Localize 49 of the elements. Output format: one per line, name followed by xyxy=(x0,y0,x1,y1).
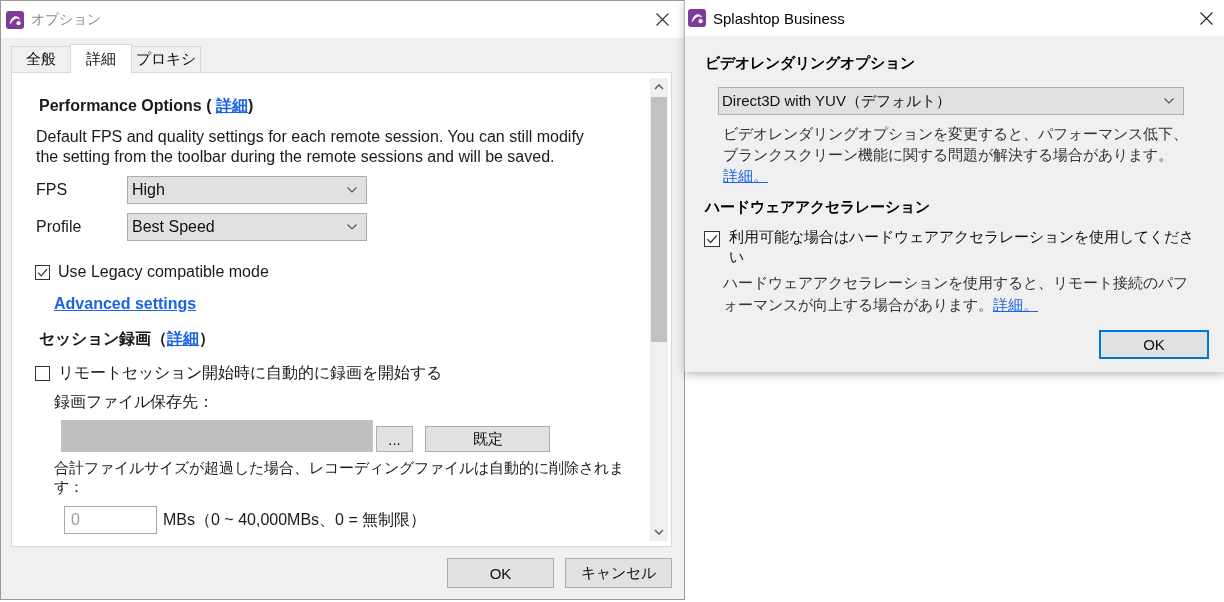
close-button[interactable] xyxy=(1200,11,1213,25)
chevron-down-icon xyxy=(1164,98,1174,104)
scrollbar-thumb[interactable] xyxy=(651,97,667,342)
close-button[interactable] xyxy=(656,13,669,26)
section-heading: ハードウェアアクセラレーション xyxy=(705,197,930,217)
browse-button[interactable]: ... xyxy=(376,426,413,452)
details-link[interactable]: 詳細。 xyxy=(993,296,1038,313)
description-text: 合計ファイルサイズが超過した場合、レコーディングファイルは自動的に削除されます： xyxy=(54,458,625,496)
advanced-settings-link[interactable]: Advanced settings xyxy=(54,294,197,314)
default-button[interactable]: 既定 xyxy=(425,426,550,452)
checkbox[interactable] xyxy=(35,264,50,280)
section-heading: Performance Options ( 詳細) xyxy=(39,96,254,116)
dropdown[interactable]: Direct3D with YUV（デフォルト） xyxy=(718,87,1184,115)
dialog-button[interactable]: OK xyxy=(1099,330,1209,359)
chevron-down-icon xyxy=(347,187,357,193)
unit-label: MBs（0 ~ 40,000MBs、0 = 無制限） xyxy=(163,509,427,530)
section-heading: ビデオレンダリングオプション xyxy=(705,53,915,73)
dropdown[interactable]: Best Speed xyxy=(127,213,367,241)
checkbox-label: リモートセッション開始時に自動的に録画を開始する xyxy=(58,363,442,383)
chevron-down-icon[interactable] xyxy=(654,529,664,535)
details-link[interactable]: 詳細 xyxy=(167,330,199,347)
tab[interactable]: プロキシ xyxy=(131,46,201,72)
dialog-button[interactable]: OK xyxy=(447,558,554,588)
field-label: 録画ファイル保存先： xyxy=(54,392,214,412)
dropdown[interactable]: High xyxy=(127,176,367,204)
tab[interactable]: 詳細 xyxy=(70,44,132,73)
field-label: FPS xyxy=(36,181,69,199)
dialog-button[interactable]: キャンセル xyxy=(565,558,672,588)
checkbox-label: 利用可能な場合はハードウェアアクセラレーションを使用してください xyxy=(729,227,1195,267)
app-icon xyxy=(6,10,24,29)
chevron-up-icon[interactable] xyxy=(654,84,664,90)
description-text: Default FPS and quality settings for each remote session. You can still modify the setting from the toolbar during the remote sessions and will be saved. xyxy=(36,127,585,167)
description-text: ハードウェアアクセラレーションを使用すると、リモート接続のパフォーマンスが向上する場合があります。詳細。 xyxy=(723,273,1189,315)
chevron-down-icon xyxy=(347,224,357,230)
details-link[interactable]: 詳細。 xyxy=(723,167,768,184)
details-link[interactable]: 詳細 xyxy=(215,97,248,114)
field-label: Profile xyxy=(36,218,83,236)
window-title: オプション xyxy=(31,10,101,29)
tab[interactable]: 全般 xyxy=(11,46,71,72)
close-icon xyxy=(1200,11,1213,25)
close-icon xyxy=(656,13,669,26)
checkbox-label: Use Legacy compatible mode xyxy=(58,262,269,282)
app-icon xyxy=(688,9,706,27)
scrollbar-track[interactable] xyxy=(650,78,668,541)
window-title: Splashtop Business xyxy=(713,9,845,27)
description-text: ビデオレンダリングオプションを変更すると、パフォーマンス低下、ブランクスクリーン機能に関する問題が解決する場合があります。 詳細。 xyxy=(723,124,1189,186)
checkbox[interactable] xyxy=(35,365,50,381)
checkbox[interactable] xyxy=(704,231,720,247)
section-heading: セッション録画（詳細） xyxy=(39,329,215,349)
